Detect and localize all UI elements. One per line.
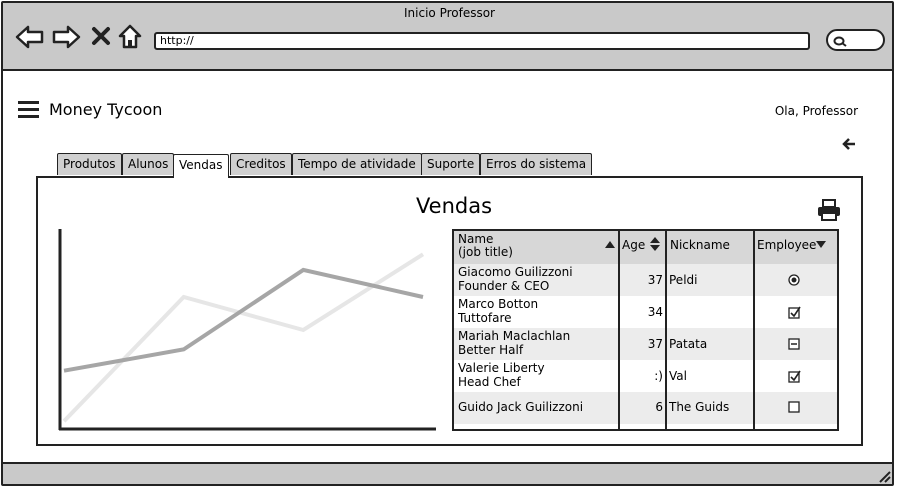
column-header-age-label: Age — [622, 238, 646, 252]
tab-vendas[interactable]: Vendas — [173, 154, 229, 178]
cell-nickname: The Guids — [669, 400, 730, 414]
arrow-left-icon[interactable] — [841, 137, 857, 151]
row-name: Guido Jack Guilizzoni — [458, 400, 584, 414]
chart-series-line-1 — [62, 252, 425, 423]
forward-icon[interactable] — [51, 24, 81, 50]
sort-both-icon[interactable] — [650, 237, 660, 251]
user-greeting: Ola, Professor — [774, 104, 858, 118]
tab-suporte[interactable]: Suporte — [421, 153, 481, 175]
column-header-age[interactable]: Age — [619, 231, 666, 264]
table-row[interactable]: Giacomo Guilizzoni Founder & CEO 37 Peld… — [454, 264, 837, 296]
sort-descending-icon[interactable] — [816, 241, 826, 248]
table-row[interactable]: Marco Botton Tuttofare 34 — [454, 296, 837, 328]
cell-age: :) — [654, 369, 663, 383]
cell-nickname: Peldi — [669, 273, 698, 287]
close-icon[interactable] — [91, 26, 111, 46]
cell-nickname: Val — [669, 369, 687, 383]
tab-tempo-de-atividade[interactable]: Tempo de atividade — [292, 153, 422, 175]
row-name: Mariah Maclachlan — [458, 329, 571, 343]
column-header-name[interactable]: Name (job title) — [454, 231, 619, 264]
column-header-nickname-label: Nickname — [670, 238, 730, 252]
row-name: Marco Botton — [458, 297, 539, 311]
tab-alunos[interactable]: Alunos — [122, 153, 175, 175]
cell-age: 34 — [647, 305, 663, 319]
url-text: http:// — [160, 34, 194, 47]
panel-title: Vendas — [415, 194, 493, 218]
window-title: Inicio Professor — [404, 6, 495, 20]
row-job-title: Founder & CEO — [458, 279, 550, 293]
line-chart — [58, 229, 436, 431]
back-icon[interactable] — [15, 24, 45, 50]
column-header-name-line1: Name — [458, 232, 494, 246]
table-row-empty — [454, 424, 837, 429]
radio-selected-icon[interactable] — [788, 274, 800, 286]
checkbox-unchecked-icon[interactable] — [788, 401, 800, 413]
row-job-title: Better Half — [458, 343, 524, 357]
checkbox-indeterminate-icon[interactable] — [788, 338, 800, 350]
cell-nickname — [669, 296, 753, 328]
checkbox-checked-icon[interactable] — [788, 370, 801, 383]
cell-name: Valerie Liberty Head Chef — [458, 360, 618, 392]
column-header-nickname[interactable]: Nickname — [666, 231, 754, 264]
row-name: Giacomo Guilizzoni — [458, 265, 573, 279]
column-divider — [618, 231, 620, 429]
app-title: Money Tycoon — [49, 100, 163, 119]
cell-name: Giacomo Guilizzoni Founder & CEO — [458, 264, 618, 296]
column-header-employee-label: Employee — [757, 238, 817, 252]
hamburger-menu-icon[interactable] — [18, 101, 40, 119]
cell-name: Mariah Maclachlan Better Half — [458, 328, 618, 360]
cell-name: Guido Jack Guilizzoni — [458, 392, 618, 424]
sort-ascending-icon[interactable] — [605, 241, 615, 248]
tab-erros-do-sistema[interactable]: Erros do sistema — [480, 153, 593, 175]
tab-creditos[interactable]: Creditos — [230, 153, 292, 175]
column-header-name-line2: (job title) — [458, 245, 513, 259]
printer-icon[interactable] — [817, 199, 841, 221]
cell-age: 37 — [647, 337, 663, 351]
row-name: Valerie Liberty — [458, 361, 545, 375]
table-row[interactable]: Guido Jack Guilizzoni 6 The Guids — [454, 392, 837, 424]
column-divider — [665, 231, 667, 429]
cell-name: Marco Botton Tuttofare — [458, 296, 618, 328]
table-row[interactable]: Mariah Maclachlan Better Half 37 Patata — [454, 328, 837, 360]
column-header-employee[interactable]: Employee — [754, 231, 837, 264]
checkbox-checked-icon[interactable] — [788, 306, 801, 319]
chart-series-line-0 — [63, 267, 424, 373]
search-icon — [833, 36, 847, 47]
table-row[interactable]: Valerie Liberty Head Chef :) Val — [454, 360, 837, 392]
url-input[interactable]: http:// — [154, 32, 810, 50]
data-table: Name (job title) Age Nickname Employee G… — [452, 229, 839, 431]
home-icon[interactable] — [117, 23, 143, 50]
row-job-title: Head Chef — [458, 375, 521, 389]
cell-age: 6 — [655, 400, 663, 414]
search-field[interactable] — [826, 29, 885, 51]
row-job-title: Tuttofare — [458, 311, 512, 325]
column-divider — [753, 231, 755, 429]
tab-produtos[interactable]: Produtos — [57, 153, 122, 175]
resize-grip-icon[interactable] — [876, 468, 892, 484]
cell-nickname: Patata — [669, 337, 708, 351]
cell-age: 37 — [647, 273, 663, 287]
